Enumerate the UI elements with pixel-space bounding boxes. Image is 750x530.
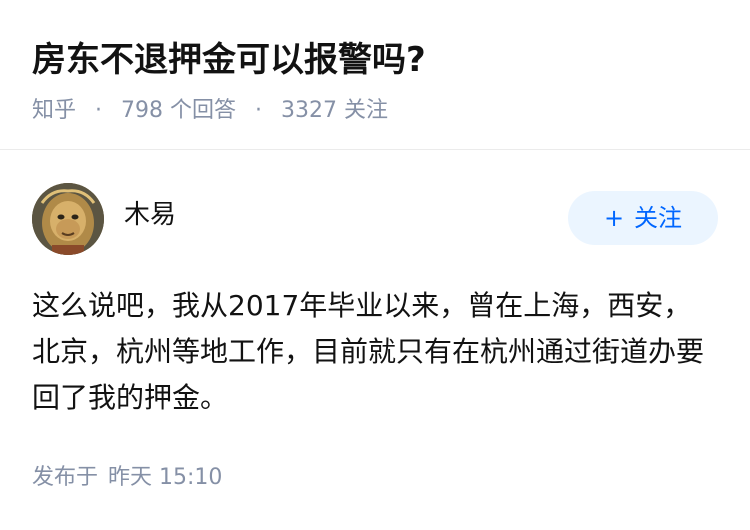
- question-meta: 知乎 · 798 个回答 · 3327 关注: [32, 96, 718, 126]
- published-prefix: 发布于: [32, 465, 99, 490]
- answer-count-label: 个回答: [170, 98, 237, 123]
- follow-count: 3327: [281, 98, 338, 123]
- answer-content[interactable]: 这么说吧，我从2017年毕业以来，曾在上海，西安，北京，杭州等地工作，目前就只有…: [32, 283, 712, 421]
- question-title[interactable]: 房东不退押金可以报警吗?: [32, 36, 718, 84]
- plus-icon: +: [603, 204, 625, 232]
- answer-card: 木易 + 关注 这么说吧，我从2017年毕业以来，曾在上海，西安，北京，杭州等地工…: [0, 151, 750, 530]
- follow-button[interactable]: + 关注: [568, 191, 718, 245]
- follow-button-label: 关注: [634, 204, 683, 232]
- published-time: 昨天 15:10: [108, 465, 223, 490]
- answer-timestamp[interactable]: 发布于 昨天 15:10: [32, 463, 222, 493]
- source-label[interactable]: 知乎: [32, 98, 76, 123]
- avatar[interactable]: [32, 183, 104, 255]
- answer-count: 798: [121, 98, 164, 123]
- follow-count-link[interactable]: 3327 关注: [281, 98, 388, 123]
- meta-separator: ·: [95, 98, 103, 123]
- meta-separator: ·: [255, 98, 263, 123]
- avatar-image-icon: [32, 183, 104, 255]
- author-row: 木易 + 关注: [32, 183, 718, 255]
- follow-count-label: 关注: [344, 98, 389, 123]
- author-name[interactable]: 木易: [124, 197, 176, 233]
- question-header: 房东不退押金可以报警吗? 知乎 · 798 个回答 · 3327 关注: [0, 0, 750, 150]
- answer-count-link[interactable]: 798 个回答: [121, 98, 243, 123]
